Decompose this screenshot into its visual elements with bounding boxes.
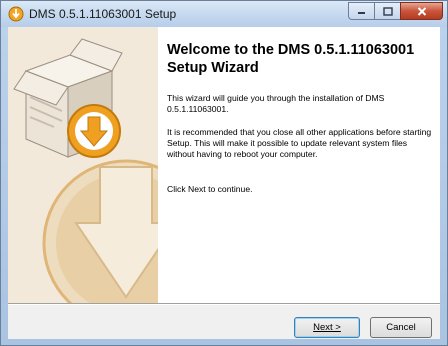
intro-paragraph: This wizard will guide you through the i… [167, 93, 385, 114]
installer-app-icon [8, 6, 24, 22]
wizard-content: Welcome to the DMS 0.5.1.11063001 Setup … [158, 27, 440, 303]
caption-buttons [348, 2, 443, 21]
wizard-client-area: Welcome to the DMS 0.5.1.11063001 Setup … [8, 27, 440, 339]
cancel-button-label: Cancel [386, 322, 416, 333]
cancel-button[interactable]: Cancel [370, 317, 432, 338]
next-button[interactable]: Next > [294, 317, 360, 338]
window-title: DMS 0.5.1.11063001 Setup [29, 7, 177, 21]
minimize-icon [357, 12, 365, 14]
recommendation-paragraph: It is recommended that you close all oth… [167, 127, 432, 159]
minimize-button[interactable] [348, 2, 374, 20]
maximize-button[interactable] [374, 2, 400, 20]
title-bar[interactable]: DMS 0.5.1.11063001 Setup [1, 1, 447, 27]
maximize-icon [382, 6, 393, 16]
footer-divider [8, 303, 440, 305]
setup-window: DMS 0.5.1.11063001 Setup Welcome to the … [0, 0, 448, 346]
close-button[interactable] [400, 2, 443, 20]
installer-banner-graphic [13, 38, 158, 303]
wizard-heading: Welcome to the DMS 0.5.1.11063001 Setup … [167, 42, 415, 76]
close-icon [417, 6, 426, 16]
next-button-label: Next > [313, 322, 341, 333]
continue-instruction: Click Next to continue. [167, 184, 253, 194]
wizard-side-banner [8, 27, 158, 303]
